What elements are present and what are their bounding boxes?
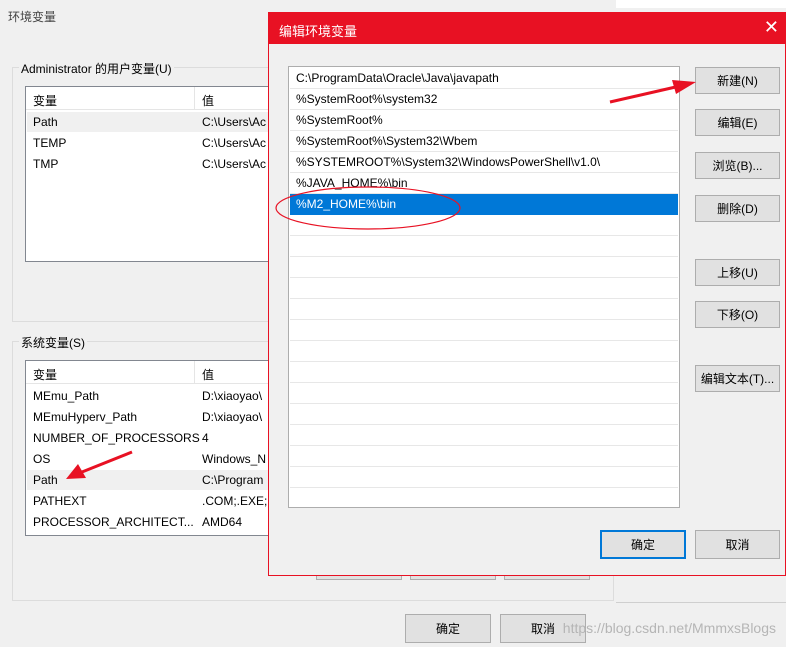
table-row-value[interactable]: C:\Users\Ac (202, 157, 266, 171)
divider (616, 602, 786, 603)
list-item[interactable] (290, 299, 678, 320)
table-row-value[interactable]: 4 (202, 431, 209, 445)
list-item[interactable] (290, 236, 678, 257)
column-separator (194, 87, 195, 109)
path-entries-list[interactable]: C:\ProgramData\Oracle\Java\javapath %Syst… (288, 66, 680, 508)
list-item[interactable]: %SystemRoot%\system32 (290, 89, 678, 110)
user-vars-label: Administrator 的用户变量(U) (19, 60, 174, 77)
table-row-value[interactable]: Windows_N (202, 452, 266, 466)
dialog-title: 环境变量 (8, 10, 57, 24)
window-edge (616, 0, 786, 8)
list-item[interactable] (290, 425, 678, 446)
table-row-value[interactable]: AMD64 (202, 515, 242, 529)
column-separator (194, 361, 195, 383)
list-item[interactable]: %M2_HOME%\bin (290, 194, 678, 215)
list-item[interactable]: %SYSTEMROOT%\System32\WindowsPowerShell\… (290, 152, 678, 173)
ok-button[interactable]: 确定 (600, 530, 686, 559)
move-up-button[interactable]: 上移(U) (695, 259, 780, 286)
list-item[interactable]: C:\ProgramData\Oracle\Java\javapath (290, 68, 678, 89)
list-item[interactable] (290, 278, 678, 299)
table-row-value[interactable]: C:\Users\Ac (202, 115, 266, 129)
edit-text-button[interactable]: 编辑文本(T)... (695, 365, 780, 392)
list-item[interactable]: %JAVA_HOME%\bin (290, 173, 678, 194)
move-down-button[interactable]: 下移(O) (695, 301, 780, 328)
new-button[interactable]: 新建(N) (695, 67, 780, 94)
ok-button[interactable]: 确定 (405, 614, 491, 643)
close-icon[interactable]: ✕ (764, 17, 779, 38)
list-item[interactable] (290, 341, 678, 362)
browse-button[interactable]: 浏览(B)... (695, 152, 780, 179)
list-item[interactable] (290, 257, 678, 278)
column-header-variable[interactable]: 变量 (33, 92, 57, 109)
table-row-value[interactable]: D:\xiaoyao\ (202, 410, 262, 424)
table-row-name[interactable]: PATHEXT (33, 494, 87, 508)
table-row-name[interactable]: OS (33, 452, 50, 466)
edit-button[interactable]: 编辑(E) (695, 109, 780, 136)
table-row-name[interactable]: TEMP (33, 136, 66, 150)
table-row-name[interactable]: Path (33, 115, 58, 129)
cancel-button[interactable]: 取消 (695, 530, 780, 559)
list-item[interactable] (290, 488, 678, 507)
column-header-value[interactable]: 值 (202, 92, 214, 109)
table-row-name[interactable]: Path (33, 473, 58, 487)
delete-button[interactable]: 删除(D) (695, 195, 780, 222)
list-item[interactable] (290, 215, 678, 236)
title-bar[interactable]: 编辑环境变量 ✕ (269, 13, 785, 44)
edit-environment-variable-dialog: 编辑环境变量 ✕ C:\ProgramData\Oracle\Java\java… (268, 12, 786, 576)
table-row-name[interactable]: MEmuHyperv_Path (33, 410, 137, 424)
list-item[interactable]: %SystemRoot% (290, 110, 678, 131)
table-row-value[interactable]: .COM;.EXE;. (202, 494, 271, 508)
table-row-value[interactable]: D:\xiaoyao\ (202, 389, 262, 403)
table-row-name[interactable]: TMP (33, 157, 58, 171)
table-row-value[interactable]: C:\Program (202, 473, 263, 487)
watermark: https://blog.csdn.net/MmmxsBlogs (562, 620, 776, 636)
list-item[interactable] (290, 404, 678, 425)
column-header-value[interactable]: 值 (202, 366, 214, 383)
system-vars-label: 系统变量(S) (19, 334, 87, 351)
list-item[interactable] (290, 446, 678, 467)
table-row-name[interactable]: NUMBER_OF_PROCESSORS (33, 431, 200, 445)
table-row-name[interactable]: PROCESSOR_ARCHITECT... (33, 515, 194, 529)
list-item[interactable] (290, 320, 678, 341)
dialog-title: 编辑环境变量 (279, 24, 358, 39)
table-row-name[interactable]: MEmu_Path (33, 389, 99, 403)
list-item[interactable]: %SystemRoot%\System32\Wbem (290, 131, 678, 152)
column-header-variable[interactable]: 变量 (33, 366, 57, 383)
list-item[interactable] (290, 362, 678, 383)
list-item[interactable] (290, 467, 678, 488)
list-item[interactable] (290, 383, 678, 404)
table-row-value[interactable]: C:\Users\Ac (202, 136, 266, 150)
